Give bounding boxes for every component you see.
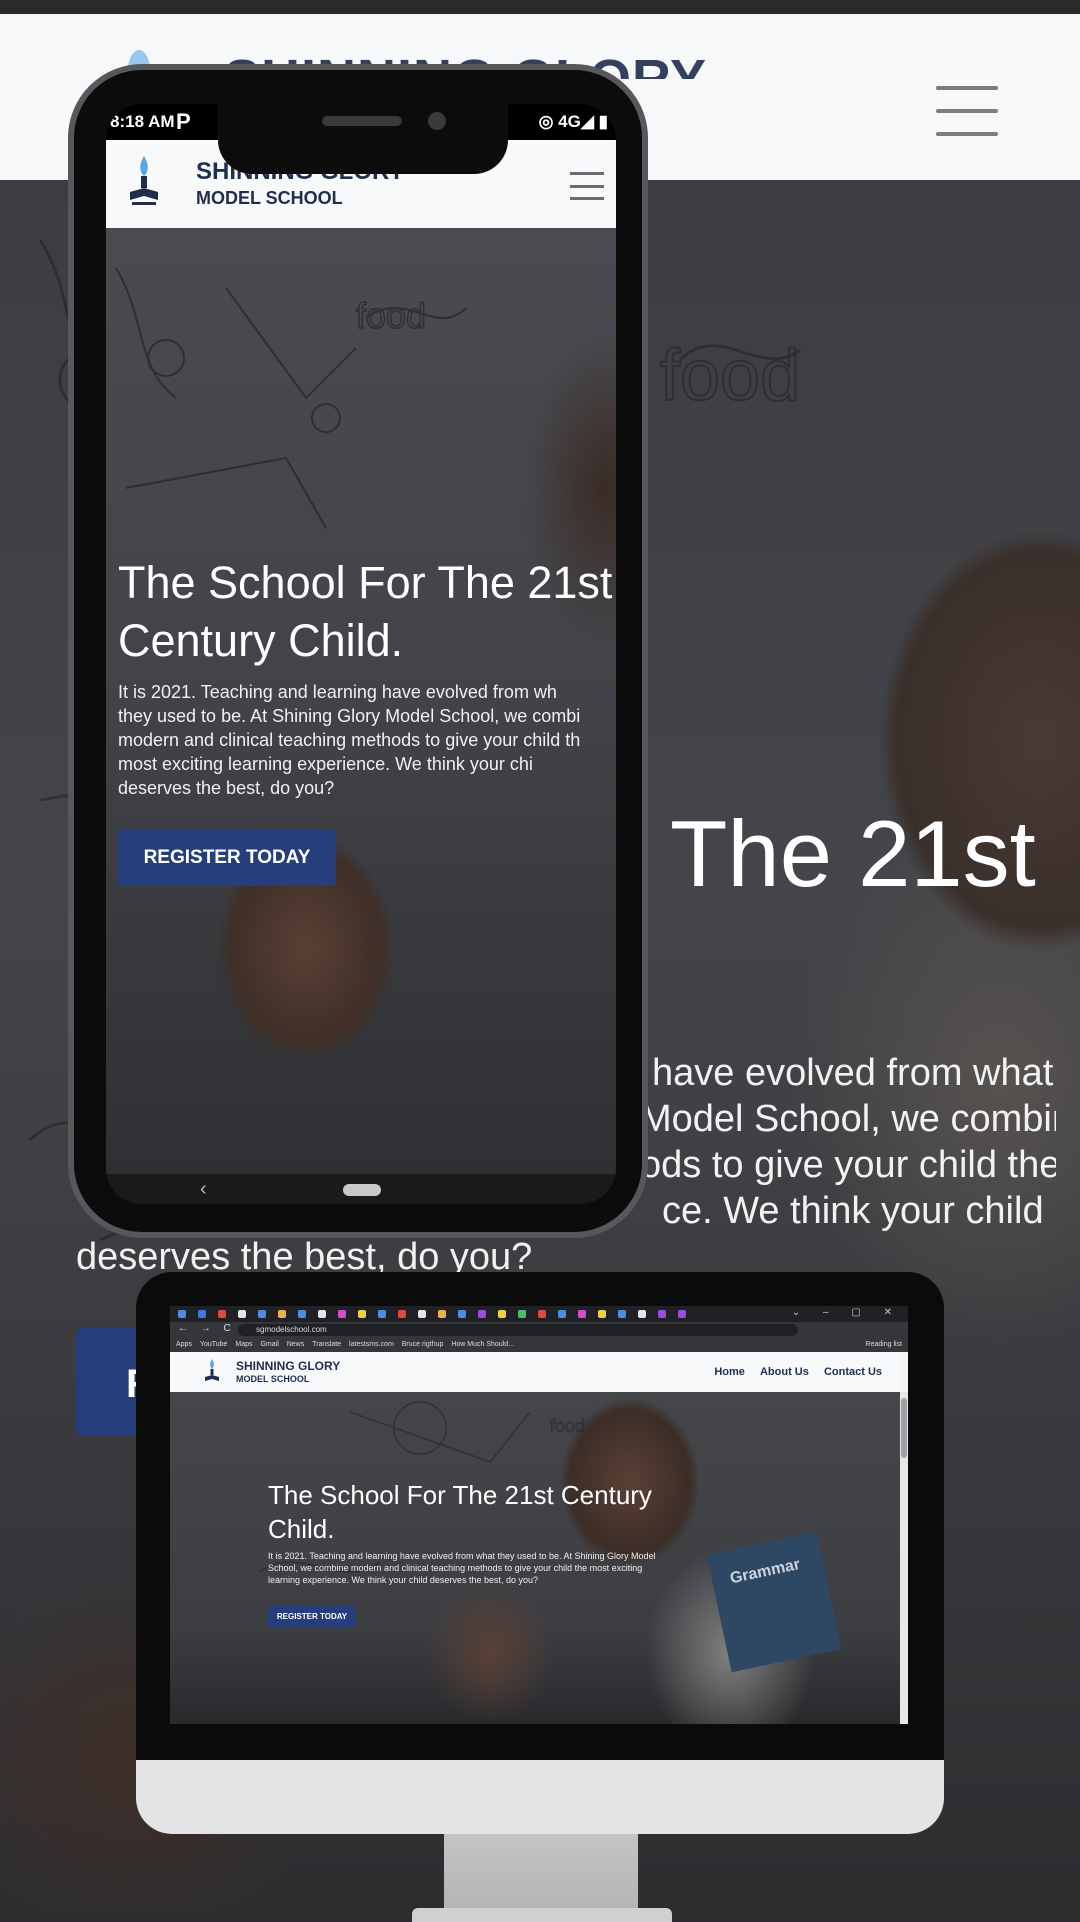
url-field[interactable]: sgmodelschool.com <box>238 1324 798 1336</box>
tab-favicon-icon[interactable] <box>458 1310 466 1318</box>
scrollbar-thumb[interactable] <box>901 1398 907 1458</box>
tab-favicon-icon[interactable] <box>298 1310 306 1318</box>
status-time: 8:18 AM <box>110 112 175 131</box>
tab-favicon-icon[interactable] <box>598 1310 606 1318</box>
tab-favicon-icon[interactable] <box>238 1310 246 1318</box>
bookmark-item[interactable]: News <box>287 1341 305 1348</box>
bookmark-item[interactable]: latestsms.com <box>349 1341 394 1348</box>
tab-favicon-icon[interactable] <box>218 1310 226 1318</box>
home-pill-icon[interactable] <box>343 1184 381 1196</box>
register-today-button[interactable]: REGISTER TODAY <box>268 1606 356 1628</box>
hero-title: The School For The 21st Century Child. <box>118 557 613 666</box>
desktop-hero: food Grammar The School For The 21st Cen… <box>170 1392 900 1724</box>
browser-address-bar: ← → C ⌂ sgmodelschool.com <box>170 1322 908 1338</box>
hero-text: It is 2021. Teaching and learning have e… <box>118 682 581 798</box>
bookmark-item[interactable]: Maps <box>235 1341 252 1348</box>
bookmark-item[interactable]: Translate <box>312 1341 341 1348</box>
monitor-stand <box>444 1826 638 1920</box>
bg-menu-icon[interactable] <box>936 86 998 136</box>
svg-text:food: food <box>550 1416 585 1436</box>
bookmark-item[interactable]: Apps <box>176 1341 192 1348</box>
nav-home[interactable]: Home <box>714 1366 745 1378</box>
active-tab-icon[interactable] <box>638 1310 646 1318</box>
tab-favicon-icon[interactable] <box>478 1310 486 1318</box>
bookmark-item[interactable]: Bruce rigthup <box>402 1341 444 1348</box>
reading-list-button[interactable]: Reading list <box>865 1338 902 1352</box>
tab-favicon-icon[interactable] <box>658 1310 666 1318</box>
bg-top-strip <box>0 0 1080 14</box>
school-logo-icon <box>130 156 158 205</box>
hamburger-menu-icon[interactable] <box>570 172 604 200</box>
nav-about-us[interactable]: About Us <box>760 1366 809 1378</box>
desktop-monitor-mockup: ⌄ – ▢ ✕ ← → C ⌂ sgmodelschool.com Apps Y… <box>136 1272 944 1834</box>
tab-favicon-icon[interactable] <box>418 1310 426 1318</box>
tab-favicon-icon[interactable] <box>278 1310 286 1318</box>
phone-screen: 8:18 AM P ◎ 4G◢ ▮ SHINNING GLORY MODEL S… <box>106 104 616 1204</box>
desktop-screen: ⌄ – ▢ ✕ ← → C ⌂ sgmodelschool.com Apps Y… <box>170 1306 908 1724</box>
tab-favicon-icon[interactable] <box>178 1310 186 1318</box>
register-today-button[interactable]: REGISTER TODAY <box>118 830 336 886</box>
hero-text: It is 2021. Teaching and learning have e… <box>268 1551 656 1585</box>
site-nav: Home About Us Contact Us <box>702 1366 882 1378</box>
tab-favicon-icon[interactable] <box>578 1310 586 1318</box>
school-logo-icon <box>205 1359 219 1381</box>
status-icons: ◎ 4G◢ ▮ <box>538 112 608 131</box>
hero-title: The School For The 21st Century Child. <box>268 1480 652 1544</box>
nav-contact-us[interactable]: Contact Us <box>824 1366 882 1378</box>
tab-favicon-icon[interactable] <box>258 1310 266 1318</box>
browser-tab-strip: ⌄ – ▢ ✕ <box>170 1306 908 1322</box>
tab-favicon-icon[interactable] <box>358 1310 366 1318</box>
tab-favicon-icon[interactable] <box>378 1310 386 1318</box>
android-nav-bar: ‹ <box>106 1174 616 1204</box>
parking-app-icon: P <box>176 109 191 134</box>
mobile-hero: food The School For The 21st Century Chi… <box>106 228 616 1174</box>
brand-name-line2: MODEL SCHOOL <box>196 188 343 208</box>
tab-favicon-icon[interactable] <box>678 1310 686 1318</box>
brand-name-line1: SHINNING GLORY <box>236 1359 341 1373</box>
tab-favicon-icon[interactable] <box>338 1310 346 1318</box>
phone-notch <box>218 102 508 174</box>
tab-favicon-icon[interactable] <box>538 1310 546 1318</box>
svg-text:food: food <box>356 295 426 336</box>
brand-name-line2: MODEL SCHOOL <box>236 1374 310 1384</box>
svg-text:food: food <box>660 336 800 416</box>
bookmark-item[interactable]: How Much Should... <box>451 1341 514 1348</box>
speaker-grille <box>322 116 402 126</box>
phone-mockup: 8:18 AM P ◎ 4G◢ ▮ SHINNING GLORY MODEL S… <box>68 64 648 1238</box>
bookmark-item[interactable]: Gmail <box>260 1341 278 1348</box>
tab-favicon-icon[interactable] <box>398 1310 406 1318</box>
window-controls[interactable]: ⌄ – ▢ ✕ <box>792 1307 902 1318</box>
camera-icon <box>428 112 446 130</box>
tab-favicon-icon[interactable] <box>518 1310 526 1318</box>
tab-favicon-icon[interactable] <box>498 1310 506 1318</box>
tab-favicon-icon[interactable] <box>438 1310 446 1318</box>
tab-favicon-icon[interactable] <box>618 1310 626 1318</box>
tab-favicon-icon[interactable] <box>198 1310 206 1318</box>
tab-favicon-icon[interactable] <box>558 1310 566 1318</box>
desktop-site-header: SHINNING GLORY MODEL SCHOOL Home About U… <box>170 1352 900 1392</box>
monitor-chin <box>136 1760 944 1834</box>
bookmark-item[interactable]: YouTube <box>200 1341 228 1348</box>
bg-hero-title: The 21st <box>670 801 1036 906</box>
back-icon[interactable]: ‹ <box>200 1178 207 1201</box>
bookmarks-bar: Apps YouTube Maps Gmail News Translate l… <box>170 1338 908 1352</box>
tab-favicon-icon[interactable] <box>318 1310 326 1318</box>
